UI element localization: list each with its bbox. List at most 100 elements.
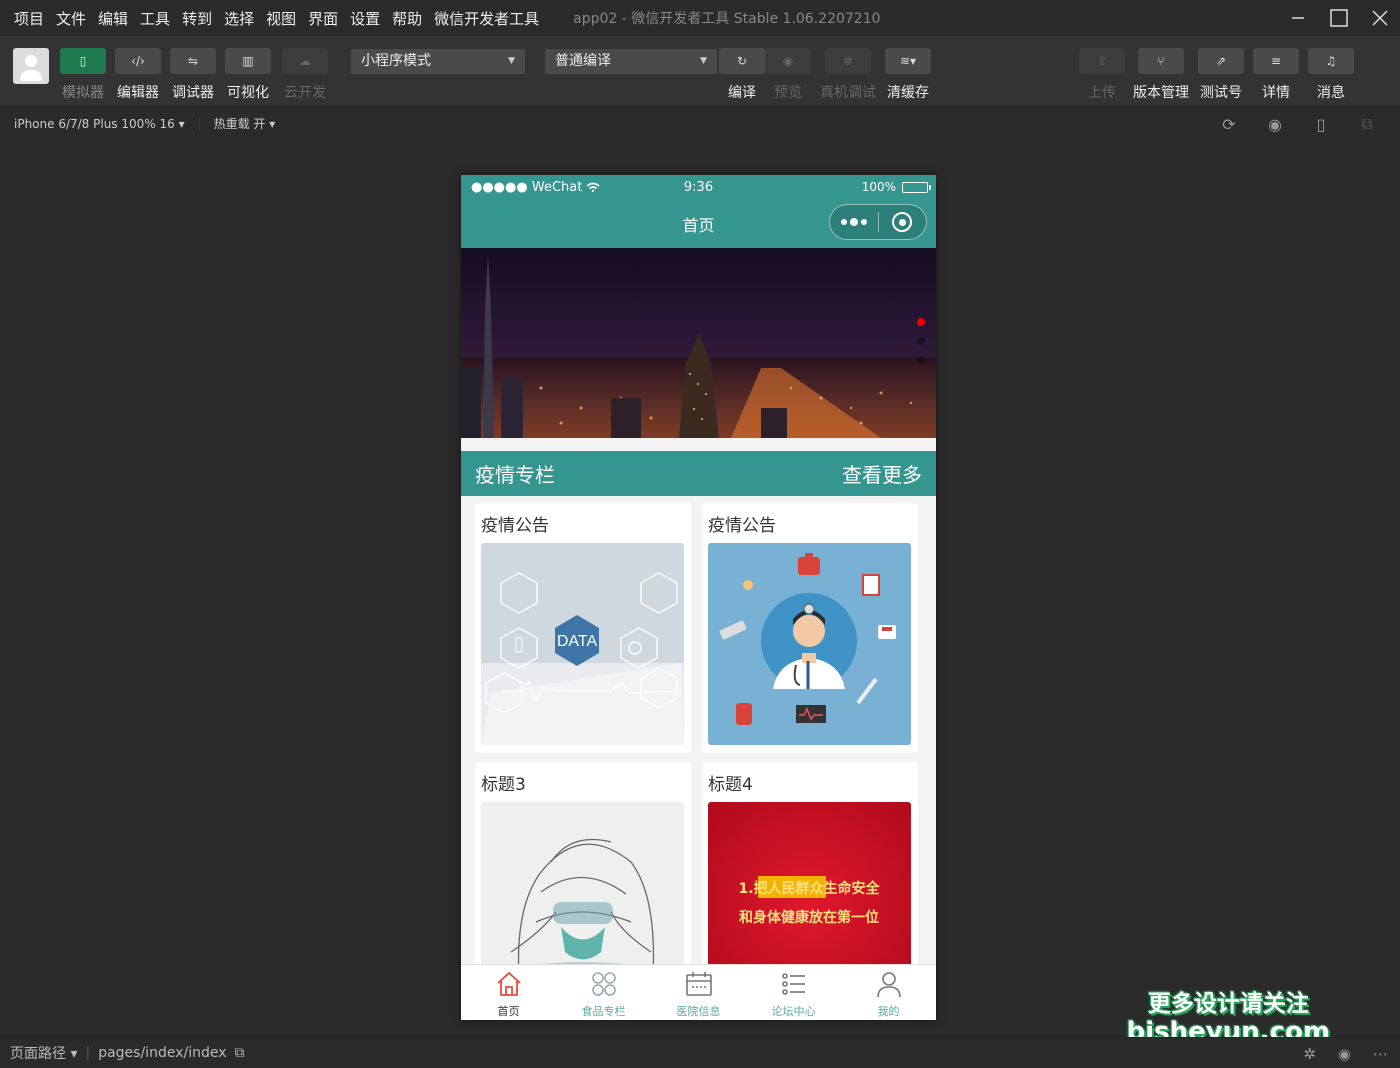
clear-cache-label: 清缓存 [887,85,929,101]
menu-bar: 项目 文件 编辑 工具 转到 选择 视图 界面 设置 帮助 微信开发者工具 ap… [0,0,1400,36]
hot-reload-select[interactable]: 热重载 开 ▾ [200,115,290,132]
details-button[interactable]: ≡ 详情 [1248,48,1304,102]
test-account-button[interactable]: ⇗ 测试号 [1193,48,1249,102]
code-icon: ‹/› [115,48,161,74]
visual-label: 可视化 [227,85,269,101]
battery-percent: 100% [861,180,896,194]
editor-button[interactable]: ‹/› 编辑器 [110,48,166,102]
preview-button[interactable]: ◉ 预览 [760,48,816,102]
menu-tools[interactable]: 工具 [140,8,170,29]
tab-home[interactable]: 首页 [461,965,556,1020]
mode-select-value: 小程序模式 [361,53,431,69]
branch-icon: ⑂ [1138,48,1184,74]
messages-button[interactable]: ♫ 消息 [1303,48,1359,102]
city-night-image [461,248,936,438]
chevron-down-icon: ▼ [700,56,707,66]
carrier-text: ●●●●● WeChat [471,179,583,195]
mode-select[interactable]: 小程序模式 ▼ [351,49,525,74]
debugger-label: 调试器 [172,85,214,101]
bug-icon[interactable]: ✲ [1303,1045,1316,1063]
tab-forum[interactable]: 论坛中心 [746,965,841,1020]
bell-icon: ♫ [1308,48,1354,74]
minimize-button[interactable] [1277,0,1318,36]
eye-icon[interactable]: ◉ [1338,1045,1351,1063]
phone-icon: ▯ [60,48,106,74]
compile-select-value: 普通编译 [555,53,611,69]
carrier: ●●●●● WeChat [471,180,600,195]
list-icon [781,973,805,995]
swiper-dot[interactable] [917,356,925,364]
device-icon[interactable]: ▯ [1298,115,1344,134]
real-debug-button[interactable]: ✲ 真机调试 [820,48,876,102]
battery-status: 100% [861,180,931,194]
menu-settings[interactable]: 设置 [350,8,380,29]
compile-select[interactable]: 普通编译 ▼ [545,49,717,74]
menu-select[interactable]: 选择 [224,8,254,29]
menu-devtools[interactable]: 微信开发者工具 [434,8,539,29]
avatar[interactable] [13,48,49,84]
menu-project[interactable]: 项目 [14,8,44,29]
popout-icon[interactable]: ⧉ [1344,114,1390,134]
wifi-icon [586,182,600,192]
cloud-label: 云开发 [284,85,326,101]
menu-icon: ≡ [1253,48,1299,74]
close-miniprogram-icon[interactable] [878,212,926,232]
swiper-dot[interactable] [917,337,925,345]
messages-label: 消息 [1317,85,1345,101]
close-button[interactable] [1359,0,1400,36]
rotate-icon[interactable]: ⟳ [1206,115,1252,134]
external-link-icon: ⇗ [1198,48,1244,74]
news-card[interactable]: 疫情公告 DATA [475,503,691,753]
capsule-menu [829,204,927,240]
page-path: pages/index/index [98,1045,227,1061]
cloud-button[interactable]: ☁ 云开发 [277,48,333,102]
version-button[interactable]: ⑂ 版本管理 [1133,48,1189,102]
news-card[interactable]: 疫情公告 [702,503,918,753]
status-bar: 页面路径 ▾ | pages/index/index ⧉ ✲ ◉ ⋯ [0,1037,1400,1068]
layout-icon: ▥ [225,48,271,74]
card-title: 疫情公告 [481,516,549,536]
section-title: 疫情专栏 [475,463,555,487]
tab-mine[interactable]: 我的 [841,965,936,1020]
menu-interface[interactable]: 界面 [308,8,338,29]
card-title: 标题4 [708,775,753,795]
swiper-dot-active[interactable] [917,318,925,326]
simulator-actions: ⟳ ◉ ▯ ⧉ [1206,107,1390,141]
tab-food[interactable]: 食品专栏 [556,965,651,1020]
view-more-link[interactable]: 查看更多 [842,459,922,488]
maximize-button[interactable] [1318,0,1359,36]
device-select[interactable]: iPhone 6/7/8 Plus 100% 16 ▾ [0,116,200,131]
menu-goto[interactable]: 转到 [182,8,212,29]
swiper-indicator[interactable] [917,318,925,364]
section-header: 疫情专栏 查看更多 [461,451,936,496]
minimize-icon [1291,17,1304,19]
tab-label: 我的 [877,1005,900,1018]
preview-label: 预览 [774,85,802,101]
home-icon [496,971,521,996]
copy-icon[interactable]: ⧉ [235,1045,245,1061]
toolbar: ▯ 模拟器 ‹/› 编辑器 ⇋ 调试器 ▥ 可视化 ☁ 云开发 小程序模式 ▼ … [0,36,1400,106]
slogan-line1: 1.把人民群众生命安全 [738,880,880,897]
menu-file[interactable]: 文件 [56,8,86,29]
menu-help[interactable]: 帮助 [392,8,422,29]
details-label: 详情 [1262,85,1290,101]
menu-view[interactable]: 视图 [266,8,296,29]
upload-button[interactable]: ⇧ 上传 [1074,48,1130,102]
clear-cache-button[interactable]: ≋▾ 清缓存 [880,48,936,102]
debugger-button[interactable]: ⇋ 调试器 [165,48,221,102]
page-path-select[interactable]: 页面路径 ▾ [0,1043,77,1063]
chevron-down-icon: ▼ [508,56,515,66]
simulator-button[interactable]: ▯ 模拟器 [55,48,111,102]
menu-edit[interactable]: 编辑 [98,8,128,29]
visual-button[interactable]: ▥ 可视化 [220,48,276,102]
tab-hospital[interactable]: 医院信息 [651,965,746,1020]
bug-icon: ✲ [825,48,871,74]
card-grid: 疫情公告 DATA 疫情公告 标题3 标题4 1.把人民群众生命安全 和身体健康… [461,496,936,1012]
doctor-illustration [708,543,911,745]
banner-swiper[interactable] [461,248,936,438]
stop-icon[interactable]: ◉ [1252,115,1298,134]
more-icon[interactable] [830,218,878,226]
simulator-label: 模拟器 [62,85,104,101]
more-icon[interactable]: ⋯ [1373,1045,1388,1063]
calendar-icon [685,972,712,996]
